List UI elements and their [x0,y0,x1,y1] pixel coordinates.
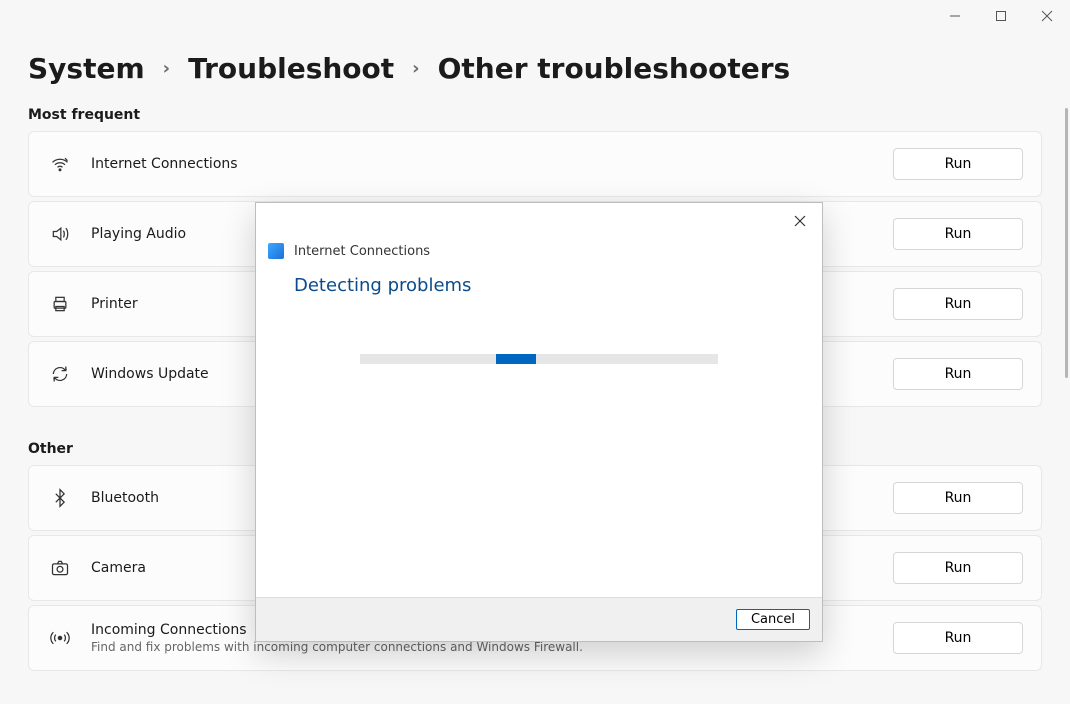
troubleshooter-title: Internet Connections [91,156,893,172]
troubleshooter-row-internet: Internet Connections Run [28,131,1042,197]
run-button[interactable]: Run [893,218,1023,250]
dialog-header-text: Internet Connections [294,244,430,259]
maximize-button[interactable] [978,0,1024,32]
section-heading-most-frequent: Most frequent [28,107,1042,123]
close-button[interactable] [1024,0,1070,32]
run-button[interactable]: Run [893,288,1023,320]
dialog-footer: Cancel [256,597,822,641]
chevron-right-icon: › [412,58,419,79]
speaker-icon [47,224,73,244]
troubleshooter-dialog: Internet Connections Detecting problems … [255,202,823,642]
dialog-title: Detecting problems [256,267,822,310]
page-title: Other troubleshooters [438,52,791,85]
printer-icon [47,294,73,314]
run-button[interactable]: Run [893,552,1023,584]
breadcrumb-troubleshoot[interactable]: Troubleshoot [188,52,394,85]
antenna-icon [47,628,73,648]
chevron-right-icon: › [163,58,170,79]
cancel-button[interactable]: Cancel [736,609,810,630]
breadcrumb-system[interactable]: System [28,52,145,85]
refresh-icon [47,364,73,384]
minimize-button[interactable] [932,0,978,32]
dialog-header: Internet Connections [256,203,822,267]
wifi-icon [47,154,73,174]
scrollbar-thumb[interactable] [1065,108,1068,378]
run-button[interactable]: Run [893,358,1023,390]
troubleshooter-subtitle: Find and fix problems with incoming comp… [91,640,893,654]
camera-icon [47,558,73,578]
run-button[interactable]: Run [893,148,1023,180]
troubleshooter-app-icon [268,243,284,259]
breadcrumb: System › Troubleshoot › Other troublesho… [28,52,1042,85]
bluetooth-icon [47,488,73,508]
dialog-close-button[interactable] [784,209,816,233]
run-button[interactable]: Run [893,482,1023,514]
progress-chunk [496,354,536,364]
progress-bar [360,354,718,364]
dialog-body [256,310,822,597]
run-button[interactable]: Run [893,622,1023,654]
window-controls [932,0,1070,32]
